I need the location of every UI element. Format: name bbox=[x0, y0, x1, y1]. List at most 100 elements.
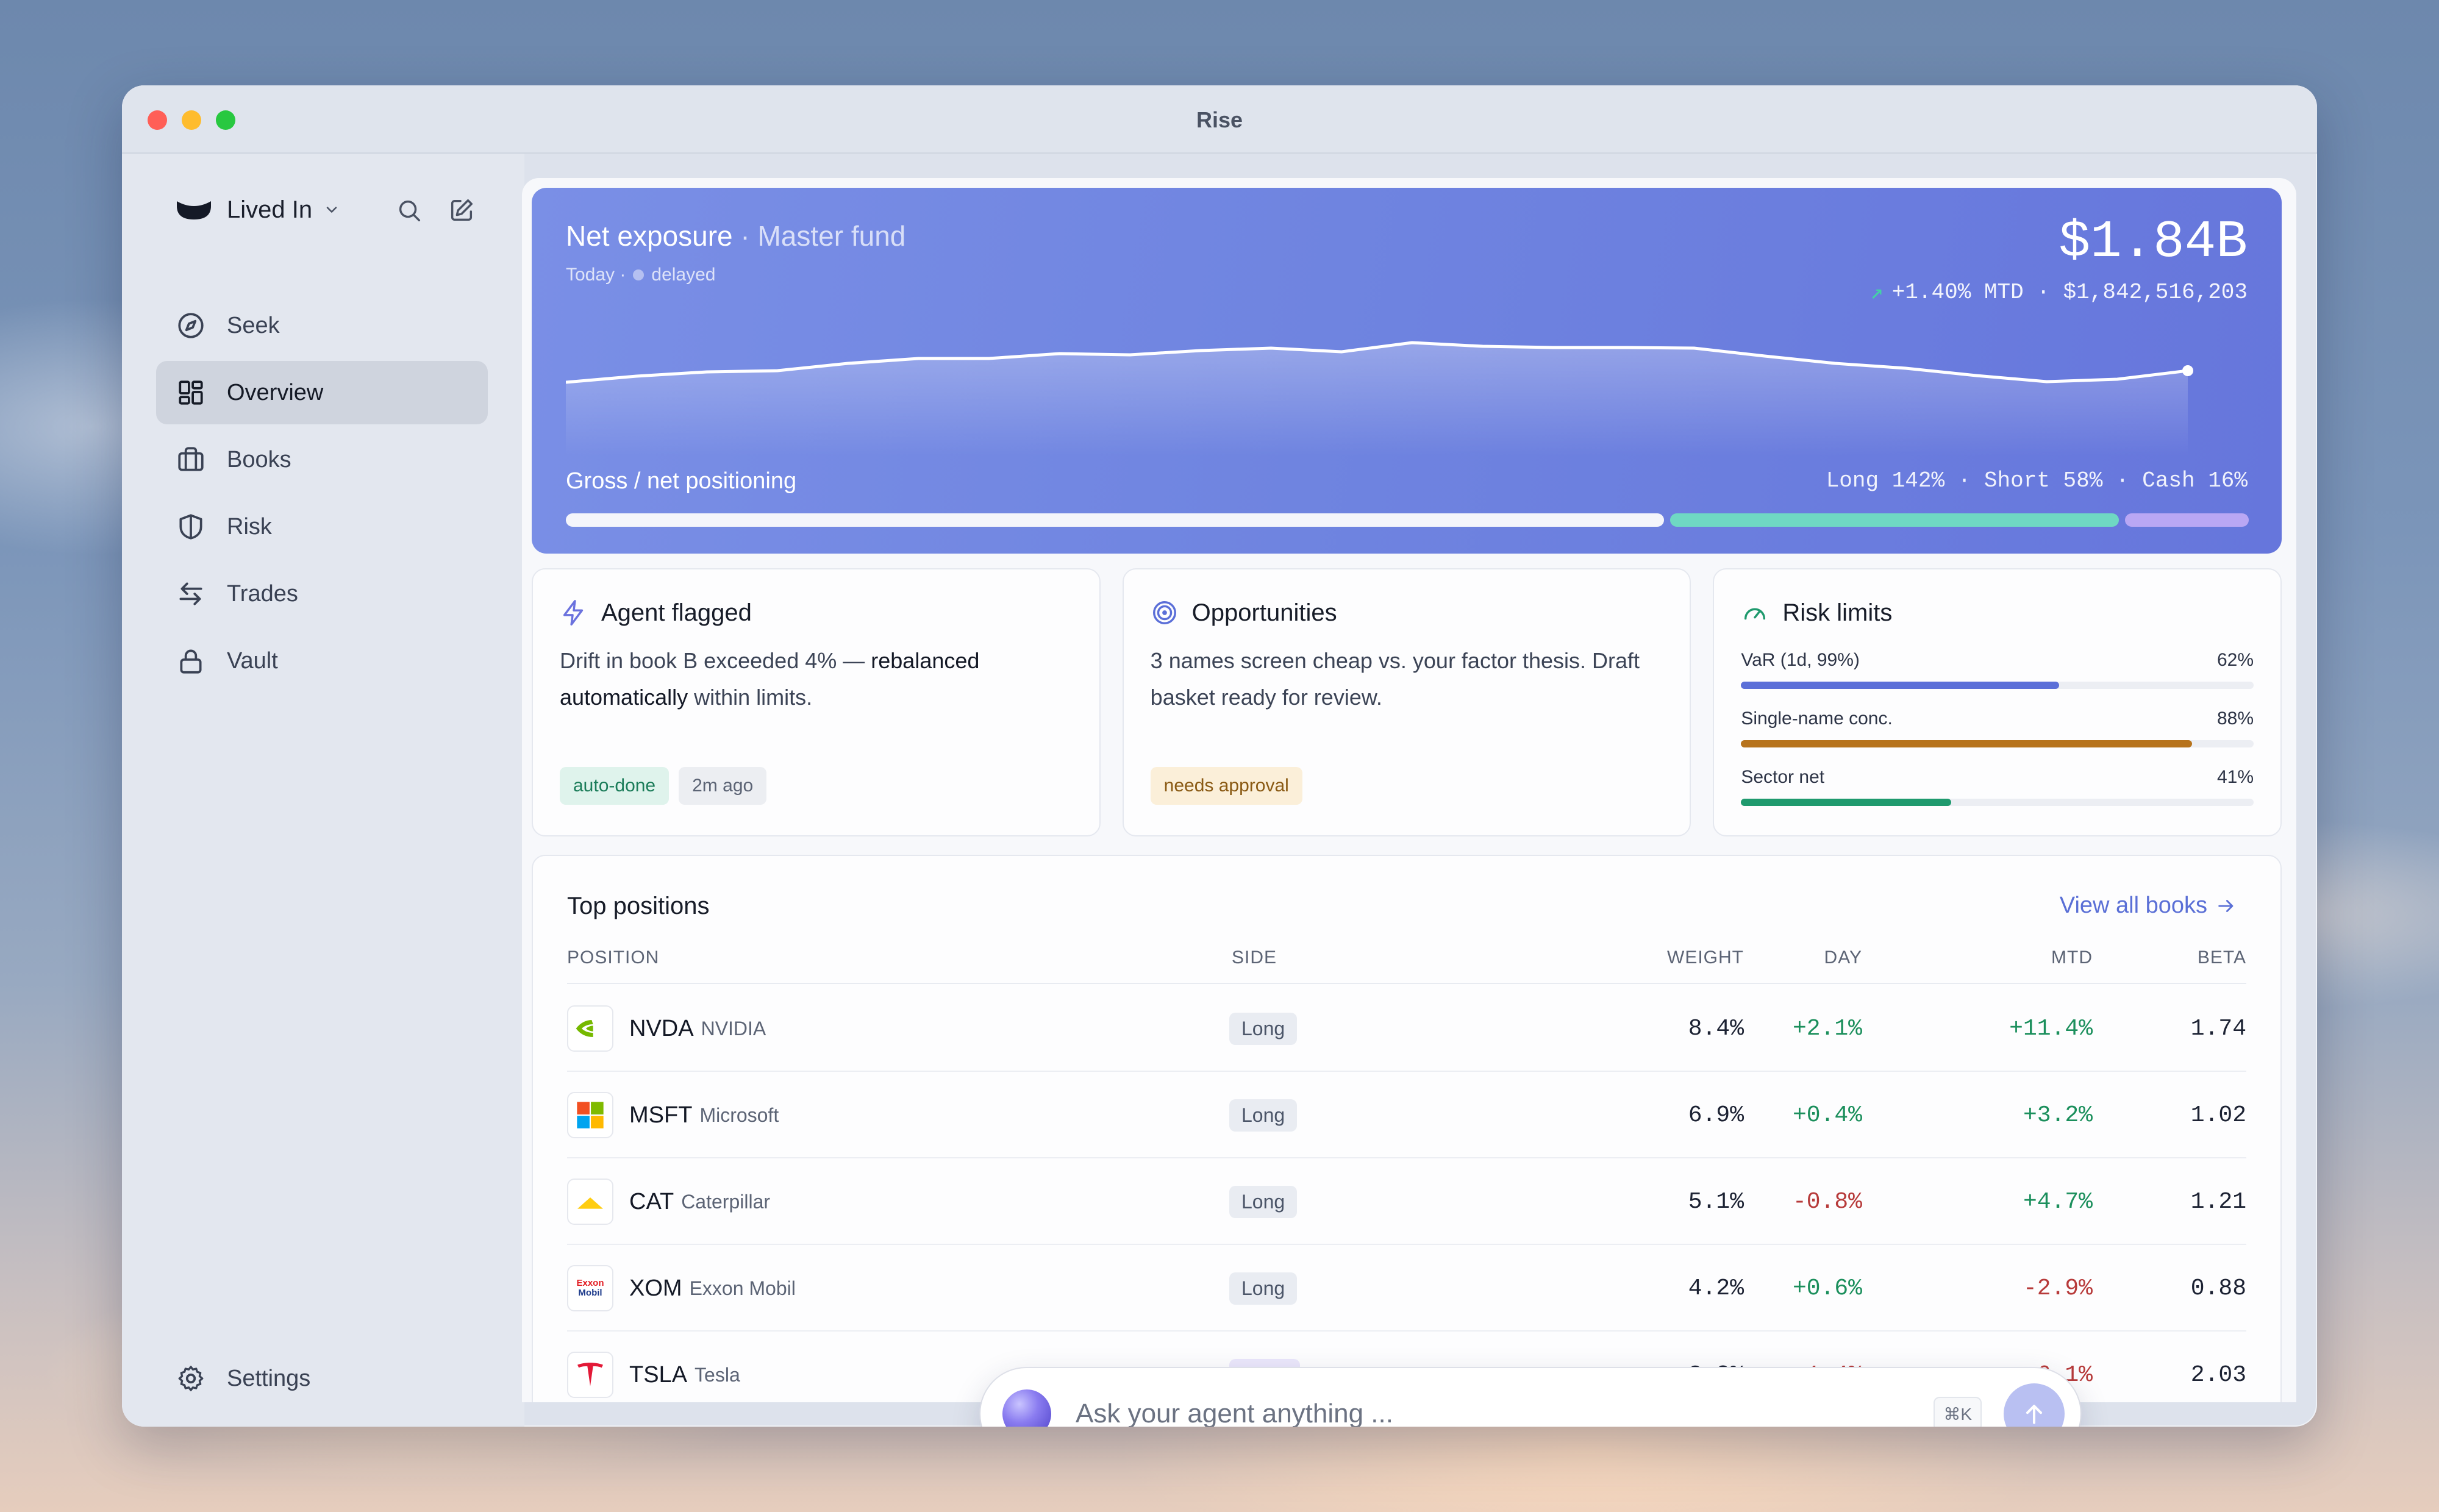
agent-flagged-title: Agent flagged bbox=[601, 599, 752, 626]
day-change: +0.4% bbox=[1792, 1102, 1862, 1129]
target-icon bbox=[1152, 601, 1176, 624]
send-button[interactable] bbox=[2004, 1383, 2065, 1427]
sidebar: Lived In Seek Overview Books Risk Trades… bbox=[122, 154, 524, 1427]
positioning-label: Gross / net positioning bbox=[566, 468, 797, 494]
sidebar-item-risk[interactable]: Risk bbox=[156, 495, 488, 558]
column-header-day[interactable]: DAY bbox=[1824, 947, 1862, 968]
risk-row-label: Sector net bbox=[1741, 767, 1825, 787]
sidebar-item-vault[interactable]: Vault bbox=[156, 629, 488, 693]
ticker: TSLA bbox=[629, 1361, 688, 1388]
beta-value: 1.21 bbox=[2190, 1188, 2246, 1215]
app-window: Rise Lived In Seek Overview Books Risk T… bbox=[122, 85, 2317, 1427]
column-header-position[interactable]: POSITION bbox=[567, 947, 659, 968]
agent-text-part: Drift in book B exceeded 4% — bbox=[560, 648, 871, 673]
side-cell: Long bbox=[1229, 1072, 1298, 1158]
side-badge: Long bbox=[1229, 1185, 1298, 1218]
tesla-logo bbox=[567, 1352, 613, 1398]
risk-limits-title: Risk limits bbox=[1782, 599, 1893, 626]
sidebar-item-settings[interactable]: Settings bbox=[176, 1363, 310, 1394]
sidebar-item-label: Overview bbox=[227, 379, 324, 405]
column-header-beta[interactable]: BETA bbox=[2198, 947, 2246, 968]
opportunities-header: Opportunities bbox=[1151, 599, 1337, 627]
lightning-icon bbox=[563, 600, 584, 626]
arrow-up-icon bbox=[2026, 1405, 2043, 1424]
microsoft-logo bbox=[567, 1092, 613, 1138]
view-all-label: View all books bbox=[2059, 893, 2207, 918]
main-content: Net exposure · Master fund Today · delay… bbox=[522, 178, 2296, 1402]
company-name: NVIDIA bbox=[701, 1017, 766, 1040]
nvidia-logo bbox=[567, 1005, 613, 1052]
beta-value: 1.02 bbox=[2190, 1102, 2246, 1129]
positioning-bar-cash bbox=[2125, 513, 2249, 527]
weight-value: 6.9% bbox=[1688, 1102, 1744, 1129]
workspace-name: Lived In bbox=[227, 196, 313, 223]
agent-prompt-input[interactable]: Ask your agent anything ... bbox=[1076, 1399, 1934, 1427]
view-all-books-link[interactable]: View all books bbox=[2060, 893, 2237, 919]
sparkline-area bbox=[566, 343, 2188, 456]
table-row[interactable]: Exxon Mobil XOM Exxon Mobil Long 4.2% +0.6% -2.… bbox=[567, 1245, 2246, 1332]
risk-limits-card[interactable]: Risk limits VaR (1d, 99%) 62% Single-nam… bbox=[1713, 568, 2282, 836]
sparkline-endpoint bbox=[2182, 365, 2193, 376]
day-change: +0.6% bbox=[1792, 1275, 1862, 1302]
compose-icon[interactable] bbox=[448, 196, 476, 224]
position-cell: Exxon Mobil XOM Exxon Mobil bbox=[567, 1245, 796, 1332]
sidebar-item-trades[interactable]: Trades bbox=[156, 562, 488, 626]
sidebar-item-overview[interactable]: Overview bbox=[156, 361, 488, 424]
time-badge: 2m ago bbox=[679, 767, 767, 805]
mtd-change: -2.9% bbox=[2023, 1275, 2093, 1302]
table-row[interactable]: CAT Caterpillar Long 5.1% -0.8% +4.7% 1.21 bbox=[567, 1158, 2246, 1245]
search-icon[interactable] bbox=[395, 196, 423, 224]
column-header-weight[interactable]: WEIGHT bbox=[1667, 947, 1744, 968]
agent-prompt-bar[interactable]: Ask your agent anything ... ⌘K bbox=[980, 1368, 2080, 1427]
mtd-change: +3.2% bbox=[2023, 1102, 2093, 1129]
position-cell: MSFT Microsoft bbox=[567, 1072, 779, 1158]
compass-icon bbox=[178, 313, 204, 338]
opportunities-title: Opportunities bbox=[1191, 599, 1337, 626]
agent-flagged-card[interactable]: Agent flagged Drift in book B exceeded 4… bbox=[532, 568, 1101, 836]
caterpillar-logo bbox=[567, 1179, 613, 1225]
hero-meta: Today · delayed bbox=[566, 265, 715, 285]
risk-row-concentration: Single-name conc. 88% bbox=[1741, 708, 2254, 747]
status-badge[interactable]: needs approval bbox=[1150, 767, 1302, 805]
side-badge: Long bbox=[1229, 1272, 1298, 1305]
positions-title: Top positions bbox=[567, 893, 710, 919]
hero-status: delayed bbox=[651, 265, 716, 285]
table-header: POSITION SIDE WEIGHT DAY MTD BETA bbox=[567, 947, 2246, 984]
weight-value: 8.4% bbox=[1688, 1015, 1744, 1042]
positioning-stats: Long 142% · Short 58% · Cash 16% bbox=[1826, 468, 2248, 493]
sidebar-item-label: Trades bbox=[227, 580, 298, 607]
risk-limits-header: Risk limits bbox=[1741, 599, 1892, 627]
agent-text-part: within limits. bbox=[688, 685, 813, 710]
sidebar-item-books[interactable]: Books bbox=[156, 428, 488, 491]
side-cell: Long bbox=[1229, 1158, 1298, 1245]
side-cell: Long bbox=[1229, 985, 1298, 1072]
side-badge: Long bbox=[1229, 1012, 1298, 1045]
beta-value: 2.03 bbox=[2190, 1361, 2246, 1388]
opportunities-text: 3 names screen cheap vs. your factor the… bbox=[1150, 648, 1640, 710]
agent-flagged-header: Agent flagged bbox=[560, 599, 752, 627]
ticker: CAT bbox=[629, 1188, 674, 1214]
position-cell: NVDA NVIDIA bbox=[567, 985, 766, 1072]
table-row[interactable]: MSFT Microsoft Long 6.9% +0.4% +3.2% 1.02 bbox=[567, 1072, 2246, 1158]
gauge-icon bbox=[1744, 608, 1766, 620]
company-name: Exxon Mobil bbox=[689, 1277, 796, 1299]
positioning-bar-long bbox=[566, 513, 1665, 527]
shortcut-hint: ⌘K bbox=[1934, 1396, 1982, 1427]
chevron-down-icon bbox=[326, 207, 337, 213]
risk-fill bbox=[1741, 682, 2059, 689]
sidebar-item-label: Seek bbox=[227, 312, 280, 338]
table-row[interactable]: NVDA NVIDIA Long 8.4% +2.1% +11.4% 1.74 bbox=[567, 985, 2246, 1072]
workspace-switcher[interactable]: Lived In bbox=[176, 191, 340, 228]
risk-row-sector: Sector net 41% bbox=[1741, 767, 2254, 806]
mtd-change: +11.4% bbox=[2009, 1015, 2093, 1042]
agent-flagged-text: Drift in book B exceeded 4% — rebalanced… bbox=[560, 643, 1073, 716]
column-header-mtd[interactable]: MTD bbox=[2051, 947, 2093, 968]
column-header-side[interactable]: SIDE bbox=[1232, 947, 1277, 968]
mtd-change: +4.7% bbox=[2023, 1188, 2093, 1215]
opportunities-card[interactable]: Opportunities 3 names screen cheap vs. y… bbox=[1122, 568, 1691, 836]
risk-row-pct: 41% bbox=[2216, 767, 2254, 787]
status-dot-icon bbox=[633, 269, 645, 280]
sidebar-item-seek[interactable]: Seek bbox=[156, 294, 488, 357]
hero-subtitle: · Master fund bbox=[740, 220, 906, 252]
net-exposure-card: Net exposure · Master fund Today · delay… bbox=[532, 188, 2282, 554]
